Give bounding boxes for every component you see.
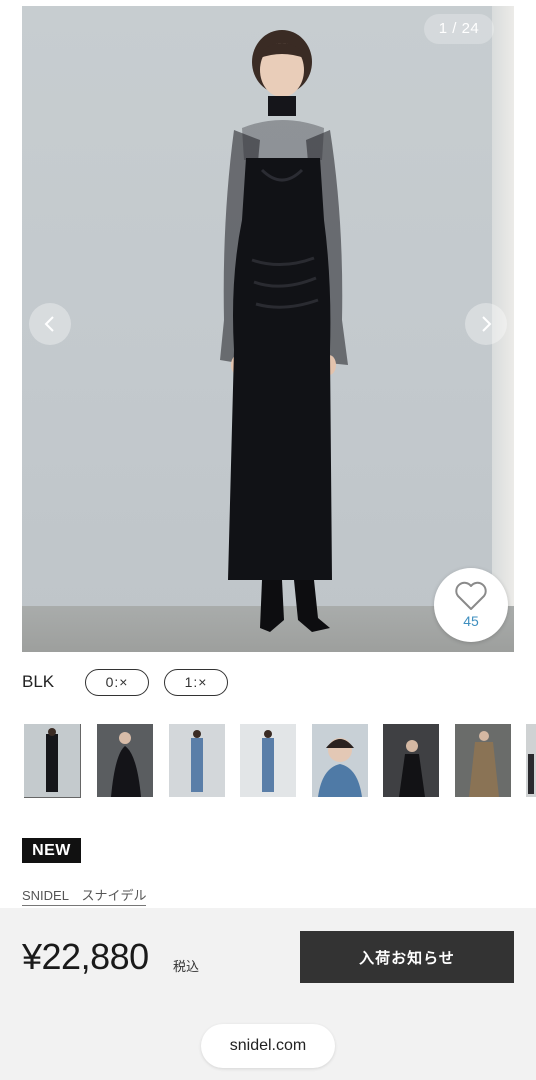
size-option-1[interactable]: 1:× <box>164 668 228 696</box>
new-badge: NEW <box>22 838 81 863</box>
brand-link[interactable]: SNIDEL スナイデル <box>22 885 147 906</box>
thumbnail-image <box>191 730 203 792</box>
chevron-left-icon <box>44 316 54 332</box>
previous-image-button[interactable] <box>29 303 71 345</box>
thumbnail-image <box>469 731 499 797</box>
thumbnail-image <box>46 728 58 792</box>
thumbnail-image <box>318 738 362 797</box>
thumbnail[interactable] <box>169 724 225 797</box>
next-image-button[interactable] <box>465 303 507 345</box>
thumbnail-image <box>262 730 274 792</box>
purchase-bar: ¥22,880 税込 入荷お知らせ snidel.com <box>0 908 536 1080</box>
restock-notify-button[interactable]: 入荷お知らせ <box>300 931 514 983</box>
thumbnail-image <box>528 754 534 794</box>
image-counter: 1 / 24 <box>424 14 494 44</box>
browser-url-bar[interactable]: snidel.com <box>201 1024 335 1068</box>
favorite-button[interactable]: 45 <box>434 568 508 642</box>
favorite-count: 45 <box>463 613 479 629</box>
chevron-right-icon <box>482 316 492 332</box>
thumbnail[interactable] <box>240 724 296 797</box>
thumbnail[interactable] <box>526 724 536 797</box>
price: ¥22,880 <box>22 936 149 977</box>
variant-row: BLK 0:× 1:× <box>22 668 243 696</box>
product-image[interactable]: 1 / 24 <box>22 6 514 652</box>
model-figure <box>220 30 348 632</box>
thumbnail[interactable] <box>24 724 81 798</box>
thumbnail-image <box>111 732 141 797</box>
color-name: BLK <box>22 672 55 691</box>
heart-icon <box>455 581 487 610</box>
thumbnail-strip <box>24 724 536 798</box>
thumbnail[interactable] <box>455 724 511 797</box>
tax-label: 税込 <box>173 959 200 974</box>
thumbnail-image <box>399 740 425 797</box>
thumbnail[interactable] <box>312 724 368 797</box>
thumbnail[interactable] <box>97 724 153 797</box>
size-option-0[interactable]: 0:× <box>85 668 149 696</box>
thumbnail[interactable] <box>383 724 439 797</box>
